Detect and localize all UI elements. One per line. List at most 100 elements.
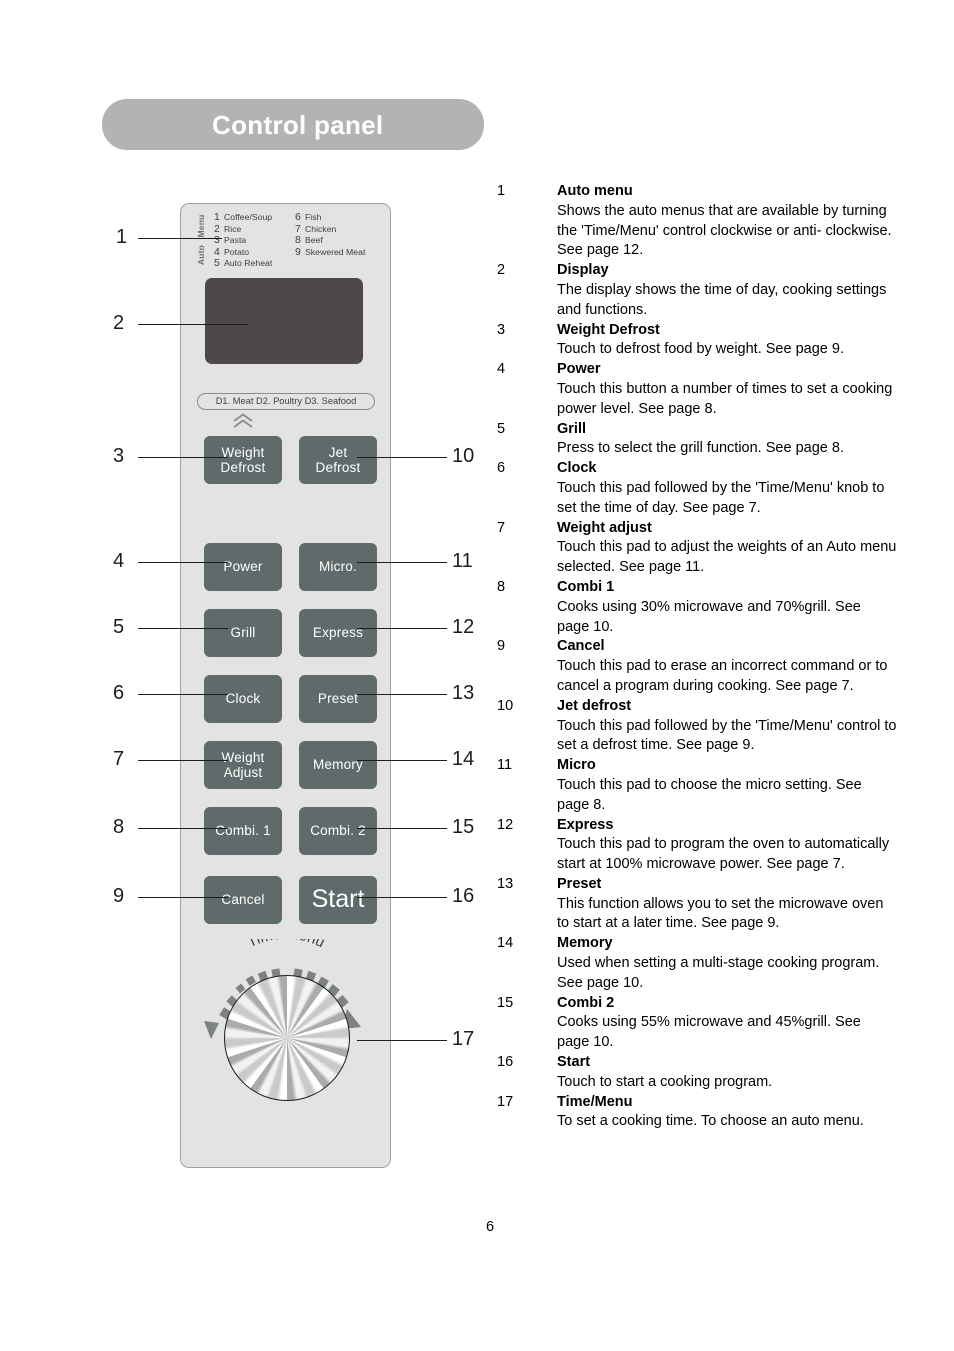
start-button[interactable]: Start [299,876,377,924]
preset-label: Preset [317,691,359,707]
auto-menu-item: 6 Fish [295,211,365,224]
description-title: Memory [557,935,613,952]
leader-line-7 [138,760,228,761]
callout-number-7: 7 [113,748,125,770]
description-index: 8 [497,578,506,595]
callout-number-4: 4 [113,550,125,572]
auto-menu-item-number: 5 [214,257,220,270]
description-title: Grill [557,420,587,437]
auto-menu-item-number: 9 [295,245,301,258]
description-item: 7 Weight adjust Touch this pad to adjust t… [497,519,897,578]
leader-line-15 [357,828,447,829]
callout-number-6: 6 [113,682,125,704]
express-label: Express [312,625,364,641]
description-item: 14 Memory Used when setting a multi-stage … [497,934,897,993]
auto-menu-item: 5 Auto Reheat [214,258,272,270]
description-item: 4 Power Touch this button a number of time… [497,360,897,419]
auto-menu-item-number: 1 [214,211,220,223]
callout-number-14: 14 [452,748,475,770]
auto-menu-item: 1 Coffee/Soup [214,211,272,224]
description-index: 4 [497,361,506,378]
page-header-bar: Control panel [102,99,484,150]
leader-line-13 [357,694,447,695]
description-index: 16 [497,1054,514,1071]
callout-number-8: 8 [113,816,125,838]
combi-1-label: Combi. 1 [215,823,271,839]
auto-menu-side-label: Menu Auto [194,212,210,274]
cancel-label: Cancel [221,892,265,908]
auto-menu-item-label: Fish [305,212,322,222]
weight-adjust-label-line1: Weight [221,749,265,765]
jet-defrost-button[interactable]: Jet Defrost [299,436,377,484]
leader-line-16 [357,897,447,898]
callout-number-1: 1 [116,226,128,248]
leader-line-2 [138,324,248,325]
description-index: 9 [497,638,506,655]
combi-1-button[interactable]: Combi. 1 [204,807,282,855]
description-body: Used when setting a multi-stage cooking … [557,955,880,991]
combi-2-label: Combi. 2 [310,823,366,839]
page-title: Control panel [212,110,384,140]
description-index: 10 [497,697,514,714]
description-title: Auto menu [557,183,633,199]
description-title: Cancel [557,638,605,655]
description-item: 5 Grill Press to select the grill function… [497,420,897,460]
description-index: 7 [497,519,506,536]
combi-2-button[interactable]: Combi. 2 [299,807,377,855]
weight-adjust-label-line2: Adjust [223,765,263,780]
jet-defrost-label-line2: Defrost [315,460,361,475]
grill-button[interactable]: Grill [204,609,282,657]
description-item: 17 Time/Menu To set a cooking time. To cho… [497,1093,897,1133]
auto-menu-item: 8 Beef [295,235,365,247]
power-button[interactable]: Power [204,543,282,591]
preset-button[interactable]: Preset [299,675,377,723]
callout-number-11: 11 [452,550,473,572]
description-title: Display [557,262,609,279]
clock-button[interactable]: Clock [204,675,282,723]
description-title: Combi 2 [557,994,615,1011]
description-title: Weight Defrost [557,321,660,338]
defrost-categories-label: D1. Meat D2. Poultry D3. Seafood [197,393,375,410]
description-item: 11 Micro Touch this pad to choose the micr… [497,756,897,815]
description-body: Press to select the grill function. See … [557,440,844,457]
weight-defrost-label-line2: Defrost [220,460,266,475]
micro-label: Micro. [319,559,357,575]
description-index: 2 [497,262,506,279]
callout-number-16: 16 [452,885,475,907]
description-body: Touch this pad to erase an incorrect com… [557,658,888,694]
time-menu-dial-knob[interactable] [224,975,350,1101]
cancel-button[interactable]: Cancel [204,876,282,924]
description-item: 10 Jet defrost Touch this pad followed by … [497,697,897,756]
description-title: Preset [557,875,602,892]
description-body: Touch this button a number of times to s… [557,380,893,417]
auto-menu-item-label: Pasta [224,235,247,246]
description-item: 6 Clock Touch this pad followed by the 'Ti… [497,459,897,518]
express-button[interactable]: Express [299,609,377,657]
auto-menu-item: 3 Pasta [214,235,272,247]
description-body: Touch this pad to adjust the weights of … [557,539,897,576]
auto-menu-item-label: Rice [224,223,242,234]
weight-defrost-button[interactable]: Weight Defrost [204,436,282,484]
memory-button[interactable]: Memory [299,741,377,789]
description-item: 15 Combi 2 Cooks using 55% microwave and 4… [497,994,897,1053]
description-index: 13 [497,875,514,892]
description-item: 12 Express Touch this pad to program the o… [497,816,897,875]
auto-menu-item: 2 Rice [214,223,272,236]
description-item: 9 Cancel Touch this pad to erase an incorr… [497,637,897,696]
time-menu-dial-group: Time/Menu [181,939,392,1114]
grill-label: Grill [230,625,256,641]
page-number: 6 [485,1219,495,1235]
leader-line-14 [357,760,447,761]
leader-line-12 [357,628,447,629]
description-title: Micro [557,757,596,774]
callout-number-2: 2 [113,312,125,334]
description-body: Touch this pad to choose the micro setti… [557,776,862,813]
micro-button[interactable]: Micro. [299,543,377,591]
leader-line-6 [138,694,228,695]
auto-menu-item-label: Chicken [305,223,337,234]
description-index: 15 [497,994,514,1011]
description-body: Touch this pad to program the oven to au… [557,836,890,873]
description-index: 3 [497,321,506,338]
leader-line-4 [138,562,228,563]
weight-adjust-button[interactable]: Weight Adjust [204,741,282,789]
